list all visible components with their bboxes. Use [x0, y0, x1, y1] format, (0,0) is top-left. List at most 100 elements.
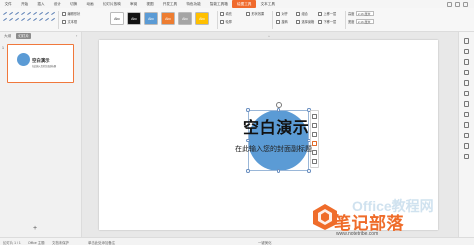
menu-developer[interactable]: 开发工具 [158, 0, 182, 8]
table-icon[interactable] [463, 101, 470, 107]
selection-pane-button[interactable]: 选择窗格 [296, 19, 314, 24]
text-box-button[interactable]: 文本框 [62, 19, 80, 24]
group-icon [296, 11, 300, 16]
edit-shape-icon [62, 11, 66, 16]
menu-design[interactable]: 设计 [49, 0, 65, 8]
menu-home[interactable]: 开始 [16, 0, 32, 8]
tab-outline[interactable]: 大纲 [2, 33, 13, 39]
slide-title[interactable]: 空白演示 [243, 114, 309, 138]
menu-slideshow[interactable]: 幻灯片放映 [98, 0, 125, 8]
up-one-button[interactable]: 上移一层 [318, 11, 336, 16]
width-input[interactable]: 2.16 厘米 [355, 19, 374, 24]
layout-icon[interactable] [463, 90, 470, 96]
rotate-handle[interactable] [275, 102, 282, 108]
shape-effects-button[interactable]: 形状效果 [246, 11, 264, 16]
edit-group: 编辑形状 文本框 [62, 11, 80, 24]
outline-button[interactable]: 轮廓 [220, 19, 232, 24]
fill-bucket-icon[interactable] [312, 141, 317, 146]
fill-label: 填充 [225, 12, 232, 16]
menu-file[interactable]: 文件 [0, 0, 16, 8]
edit-shape-label: 编辑形状 [67, 12, 81, 16]
height-input[interactable]: 2.16 厘米 [355, 11, 374, 16]
align-label: 对齐 [281, 12, 288, 16]
backup-icon[interactable] [463, 143, 470, 149]
settings-icon[interactable] [463, 38, 470, 44]
send-backward-icon [318, 19, 322, 24]
menu-insert[interactable]: 插入 [33, 0, 49, 8]
align-button[interactable]: 对齐 [276, 11, 288, 16]
menu-drawing-tools[interactable]: 绘图工具 [232, 0, 256, 8]
edit-shape-button[interactable]: 编辑形状 [62, 11, 80, 16]
tab-slides[interactable]: 幻灯片 [16, 33, 31, 40]
crop-icon[interactable] [312, 150, 317, 155]
style-swatch[interactable]: Abc [195, 12, 209, 25]
rotate-icon [276, 19, 280, 24]
collapse-panel-icon[interactable]: ‹ [76, 33, 77, 38]
comment-icon[interactable] [463, 132, 470, 138]
minus-icon[interactable] [312, 114, 317, 119]
resize-handle-sw[interactable] [246, 169, 250, 173]
chart-icon[interactable] [463, 111, 470, 117]
menu-view[interactable]: 视图 [142, 0, 158, 8]
rotate-label: 旋转 [281, 20, 288, 24]
more-icon[interactable] [312, 159, 317, 164]
style-swatch[interactable]: Abc [178, 12, 192, 25]
width-row: 宽度 2.16 厘米 [348, 19, 374, 24]
resize-handle-s[interactable] [276, 169, 281, 173]
slide-number: 1 [2, 46, 4, 50]
menu-text-tools[interactable]: 文本工具 [256, 0, 280, 8]
resize-handle-w[interactable] [246, 138, 250, 143]
shape-line-icon[interactable] [50, 16, 56, 22]
resize-handle-n[interactable] [276, 108, 281, 112]
shape-icon[interactable] [463, 48, 470, 54]
add-slide-button[interactable]: + [33, 225, 37, 232]
effects-group: 形状效果 [246, 11, 264, 16]
more-icon[interactable] [463, 1, 468, 7]
style-swatch[interactable]: Abc [127, 12, 141, 25]
ribbon-separator [58, 11, 59, 29]
ribbon-separator [217, 11, 218, 29]
slide-count: 幻灯片 1 / 1 [3, 241, 21, 245]
slide-thumbnail[interactable]: 空白演示 在此输入您的封面副标题 [7, 44, 74, 83]
bring-forward-icon [318, 11, 322, 16]
theme-name: Office 主题 [28, 241, 45, 245]
menu-transition[interactable]: 切换 [66, 0, 82, 8]
watermark-url: www.notetribe.com [336, 231, 379, 237]
fill-button[interactable]: 填充 [220, 11, 232, 16]
fill-group: 填充 轮廓 [220, 11, 232, 24]
transition-icon[interactable] [463, 69, 470, 75]
thumb-subtitle: 在此输入您的封面副标题 [32, 66, 57, 68]
layers-icon[interactable] [312, 123, 317, 128]
collapse-up-icon[interactable]: ^ [268, 34, 270, 39]
menu-animation[interactable]: 动画 [82, 0, 98, 8]
beautify-button[interactable]: 一键美化 [258, 240, 272, 245]
height-label: 高度 [348, 12, 355, 16]
resize-handle-se[interactable] [307, 169, 311, 173]
group-button[interactable]: 组合 [296, 11, 314, 16]
rotate-button[interactable]: 旋转 [276, 19, 288, 24]
quick-toolbar [310, 110, 319, 168]
animation-icon[interactable] [463, 59, 470, 65]
style-swatch[interactable]: Abc [110, 12, 124, 25]
help-icon[interactable] [447, 1, 452, 7]
image-icon[interactable] [463, 80, 470, 86]
text-icon[interactable] [463, 122, 470, 128]
help-icon[interactable] [463, 153, 470, 159]
notes-hint[interactable]: 单击此处添加备注 [88, 240, 115, 245]
status-bar: 幻灯片 1 / 1 Office 主题 文档未保护 单击此处添加备注 一键美化 [0, 237, 474, 245]
menu-features[interactable]: 特色功能 [182, 0, 206, 8]
slide-panel: 大纲 幻灯片 ‹ 1 空白演示 在此输入您的封面副标题 + [0, 32, 82, 237]
protect-status[interactable]: 文档未保护 [52, 240, 69, 245]
text-box-icon [62, 19, 66, 24]
share-icon[interactable] [455, 1, 460, 7]
shape-gallery[interactable] [2, 10, 56, 28]
menu-smart-tools[interactable]: 智能工具箱 [205, 0, 232, 8]
slide-subtitle[interactable]: 在此输入您的封面副标题 [235, 144, 312, 154]
down-one-button[interactable]: 下移一层 [318, 19, 336, 24]
style-swatch[interactable]: Abc [144, 12, 158, 25]
menu-review[interactable]: 审阅 [125, 0, 141, 8]
style-swatch[interactable]: Abc [161, 12, 175, 25]
resize-handle-nw[interactable] [246, 108, 250, 112]
pen-icon[interactable] [312, 132, 317, 137]
ribbon: 编辑形状 文本框 Abc Abc Abc Abc Abc Abc 填充 轮廓 形… [0, 8, 474, 32]
